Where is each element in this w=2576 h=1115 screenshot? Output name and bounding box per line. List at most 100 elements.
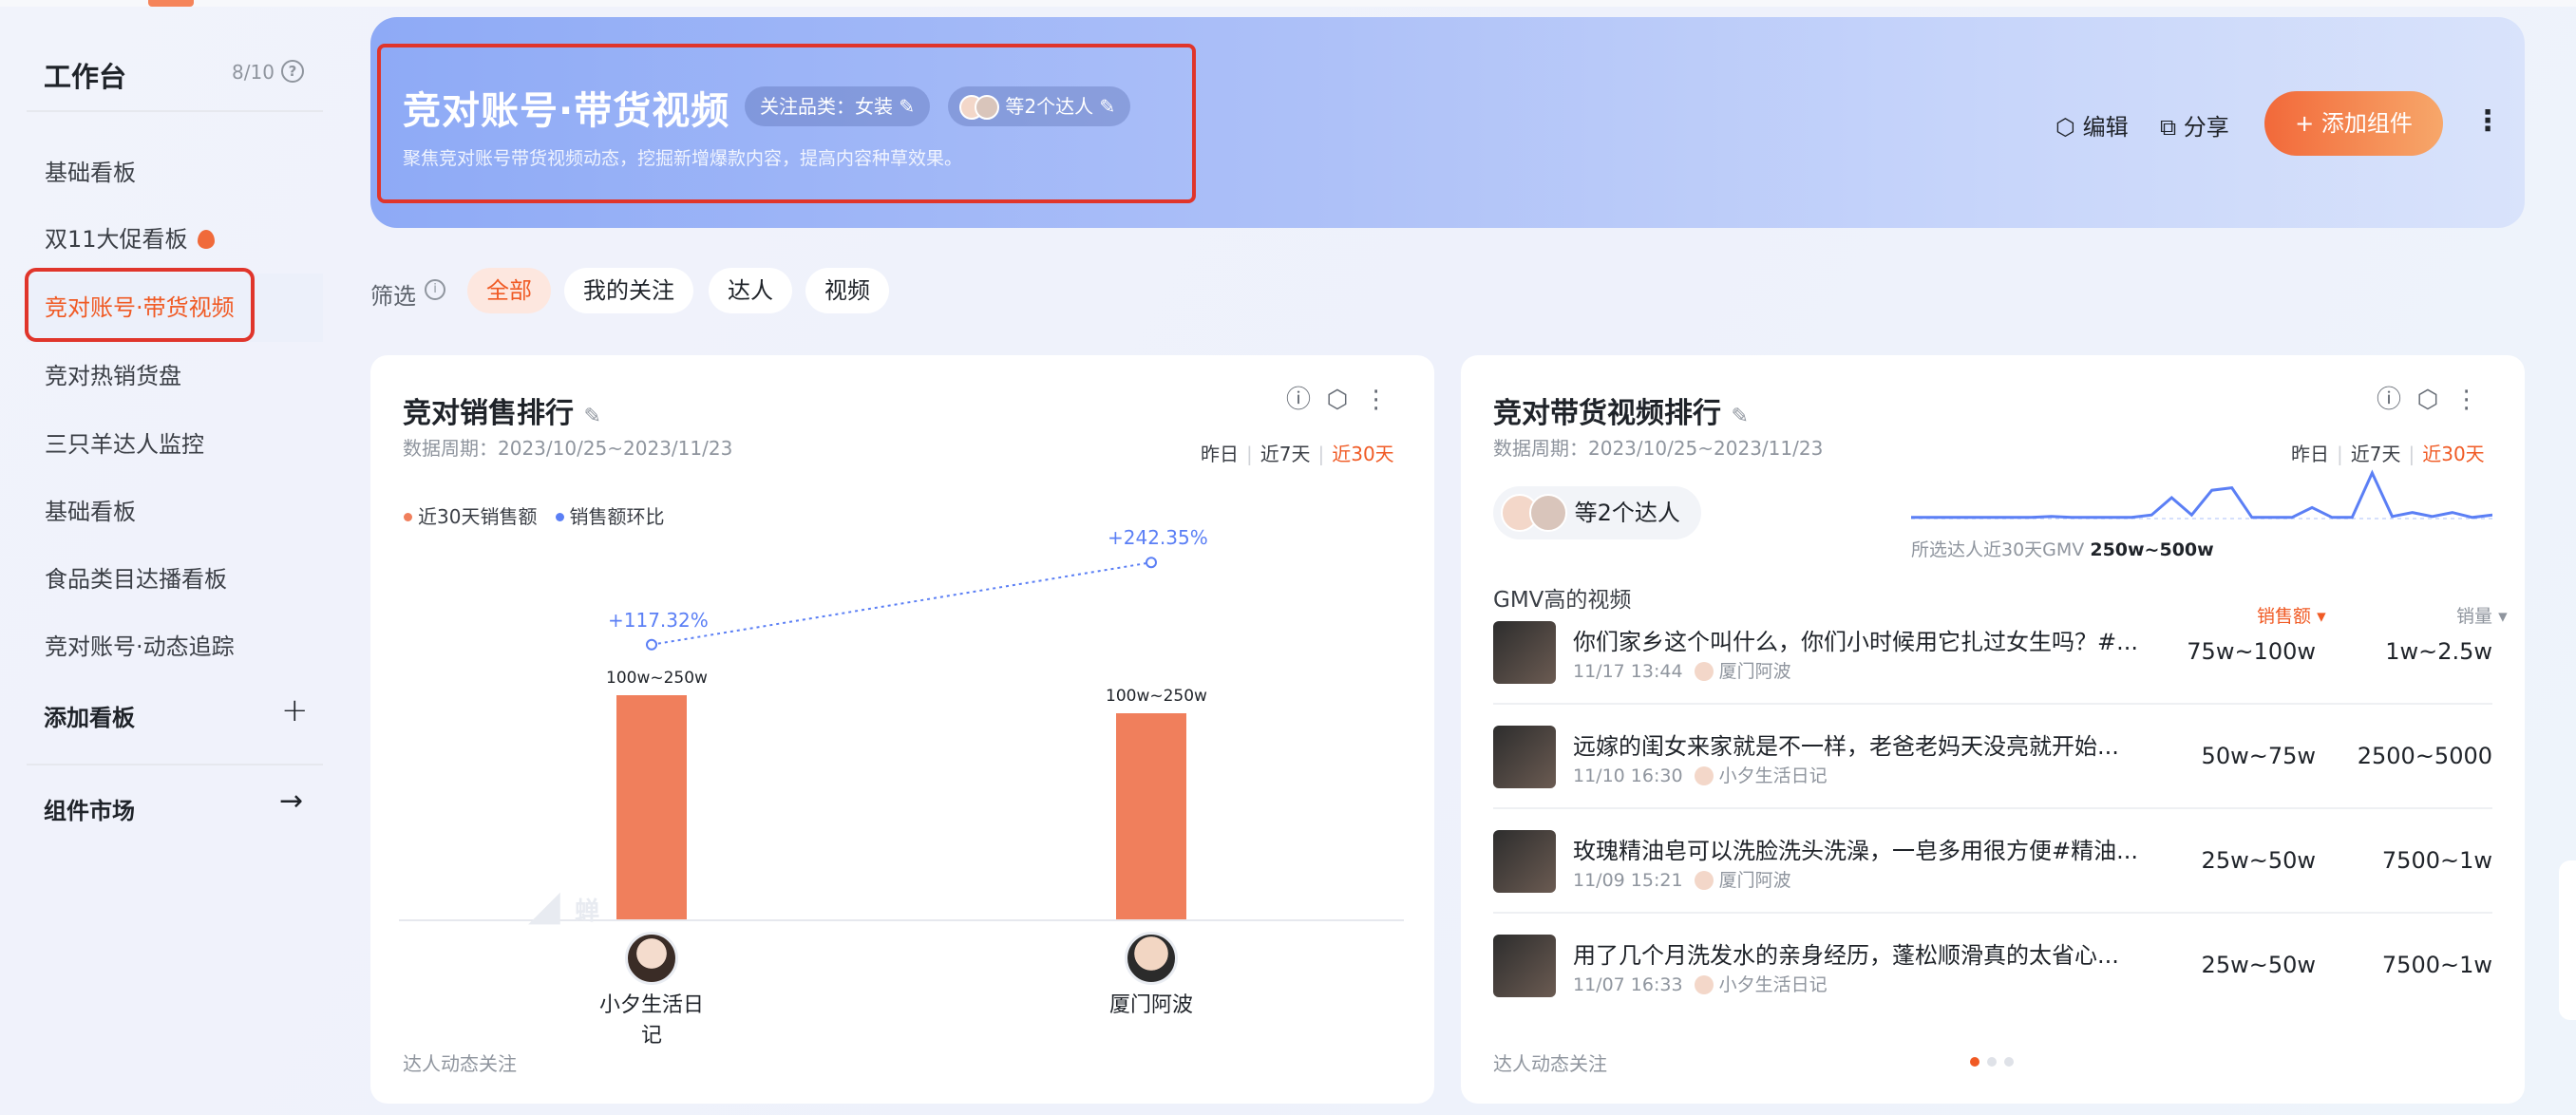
question-circle-icon[interactable]: ? (281, 60, 304, 83)
more-vertical-icon[interactable]: ⋮ (2454, 386, 2479, 414)
ratio-label: +117.32% (608, 608, 709, 632)
legend-dot-sales (404, 513, 412, 521)
video-sales: 25w~50w (2201, 847, 2316, 874)
influencer-avatar[interactable] (625, 932, 678, 985)
tab-30days[interactable]: 近30天 (1332, 443, 1393, 465)
video-meta: 11/09 15:21 厦门阿波 (1573, 866, 1791, 892)
avatar (1694, 871, 1714, 890)
divider: | (2337, 443, 2343, 465)
plus-icon: + (2295, 110, 2315, 137)
arrow-right-icon[interactable]: → (279, 784, 303, 818)
board-count: 8/10 (232, 61, 275, 84)
video-time: 11/09 15:21 (1573, 870, 1683, 891)
gmv-caption: 所选达人近30天GMV 250w~500w (1911, 536, 2214, 561)
add-component-button[interactable]: + 添加组件 (2264, 91, 2443, 156)
avatar (1694, 766, 1714, 785)
sidebar-item-label: 基础看板 (45, 160, 136, 186)
video-meta: 11/17 13:44 厦门阿波 (1573, 657, 1791, 683)
video-title[interactable]: 远嫁的闺女来家就是不一样，老爸老妈天没亮就开始... (1573, 728, 2143, 761)
sidebar-item-label: 竞对热销货盘 (45, 363, 181, 389)
share-label: 分享 (2183, 114, 2229, 141)
video-thumbnail[interactable] (1493, 621, 1556, 684)
range-tabs: 昨日 | 近7天 | 近30天 (2291, 439, 2485, 466)
caret-down-icon: ▾ (2498, 606, 2508, 627)
card-title-text: 竞对带货视频排行 (1493, 397, 1721, 430)
sidebar-title: 工作台 (44, 61, 127, 93)
video-author[interactable]: 小夕生活日记 (1719, 765, 1828, 786)
sort-sales[interactable]: 销售额 ▾ (2257, 602, 2326, 628)
highlight-box (25, 268, 255, 342)
divider (27, 110, 323, 112)
avatar (1694, 975, 1714, 994)
caret-down-icon: ▾ (2317, 606, 2326, 627)
filter-chip-video[interactable]: 视频 (805, 268, 889, 313)
video-author[interactable]: 小夕生活日记 (1719, 974, 1828, 995)
share-icon: ⧉ (2160, 114, 2177, 141)
tab-7days[interactable]: 近7天 (1260, 443, 1311, 465)
video-volume: 7500~1w (2381, 847, 2492, 874)
sidebar-item-food-board[interactable]: 食品类目达播看板 (27, 545, 323, 614)
sidebar-item-basic-board[interactable]: 基础看板 (27, 139, 323, 207)
video-author[interactable]: 厦门阿波 (1719, 661, 1791, 682)
more-vertical-icon[interactable]: ⋮ (1364, 386, 1389, 414)
tab-yesterday[interactable]: 昨日 (2291, 443, 2329, 465)
influencer-name[interactable]: 小夕生活日记 (593, 988, 710, 1049)
filter-chip-influencer[interactable]: 达人 (709, 268, 792, 313)
data-period: 数据周期：2023/10/25~2023/11/23 (1493, 437, 1824, 460)
sort-volume[interactable]: 销量 ▾ (2456, 602, 2508, 628)
video-thumbnail[interactable] (1493, 830, 1556, 893)
pencil-icon[interactable]: ✎ (583, 405, 600, 428)
sidebar-item-influencer-monitor[interactable]: 三只羊达人监控 (27, 410, 323, 479)
card-title: 竞对带货视频排行 ✎ (1493, 389, 1749, 431)
data-period: 数据周期：2023/10/25~2023/11/23 (403, 437, 733, 460)
sidebar-item-hot-goods[interactable]: 竞对热销货盘 (27, 342, 323, 410)
video-time: 11/07 16:33 (1573, 974, 1683, 995)
video-sales: 50w~75w (2201, 743, 2316, 769)
plus-icon[interactable]: + (281, 691, 309, 729)
settings-hex-icon[interactable]: ⬡ (2417, 386, 2439, 414)
share-button[interactable]: ⧉ 分享 (2160, 108, 2229, 142)
card-footer: 达人动态关注 (403, 1052, 517, 1075)
pencil-icon[interactable]: ✎ (1731, 405, 1748, 428)
influencer-avatar[interactable] (1125, 932, 1178, 985)
video-thumbnail[interactable] (1493, 935, 1556, 997)
component-market-link[interactable]: 组件市场 (44, 792, 135, 825)
influencer-name[interactable]: 厦门阿波 (1092, 988, 1210, 1018)
tab-30days[interactable]: 近30天 (2422, 443, 2484, 465)
video-title[interactable]: 用了几个月洗发水的亲身经历，蓬松顺滑真的太省心... (1573, 936, 2143, 970)
avatar (1694, 662, 1714, 681)
filter-chip-all[interactable]: 全部 (467, 268, 551, 313)
gmv-sparkline (1911, 469, 2492, 520)
avatar (1529, 494, 1567, 532)
info-icon[interactable]: i (425, 279, 445, 300)
add-board-button[interactable]: 添加看板 (44, 699, 135, 732)
legend-dot-ratio (555, 513, 564, 521)
filter-label: 筛选 (370, 283, 416, 310)
pagination-dots (1970, 1052, 2014, 1070)
page-dot[interactable] (1987, 1057, 1997, 1067)
tab-yesterday[interactable]: 昨日 (1201, 443, 1239, 465)
sidebar-item-label: 双11大促看板 (45, 226, 188, 253)
video-thumbnail[interactable] (1493, 726, 1556, 788)
sidebar-item-double11[interactable]: 双11大促看板 (27, 205, 323, 274)
tab-7days[interactable]: 近7天 (2351, 443, 2401, 465)
video-title[interactable]: 玫瑰精油皂可以洗脸洗头洗澡，一皂多用很方便#精油... (1573, 832, 2143, 865)
more-vertical-icon[interactable]: ⋮ (2473, 103, 2502, 141)
edit-button[interactable]: ⬡ 编辑 (2055, 108, 2129, 142)
video-title[interactable]: 你们家乡这个叫什么，你们小时候用它扎过女生吗？#... (1573, 623, 2143, 656)
col-sales-label: 销售额 (2257, 606, 2312, 627)
watermark: ◢ 蝉 (528, 881, 599, 930)
settings-hex-icon[interactable]: ⬡ (1327, 386, 1349, 414)
video-time: 11/10 16:30 (1573, 765, 1683, 786)
video-author[interactable]: 厦门阿波 (1719, 870, 1791, 891)
sidebar-item-basic-board-2[interactable]: 基础看板 (27, 478, 323, 546)
info-icon[interactable]: ⓘ (1286, 386, 1311, 414)
info-icon[interactable]: ⓘ (2377, 386, 2401, 414)
filter-chip-following[interactable]: 我的关注 (564, 268, 693, 313)
card-title: 竞对销售排行 ✎ (403, 389, 601, 431)
page-dot[interactable] (1970, 1057, 1979, 1067)
influencers-chip[interactable]: 等2个达人 (1493, 486, 1701, 539)
sidebar-item-competitor-tracking[interactable]: 竞对账号·动态追踪 (27, 613, 323, 681)
top-strip (0, 0, 2576, 7)
page-dot[interactable] (2004, 1057, 2014, 1067)
